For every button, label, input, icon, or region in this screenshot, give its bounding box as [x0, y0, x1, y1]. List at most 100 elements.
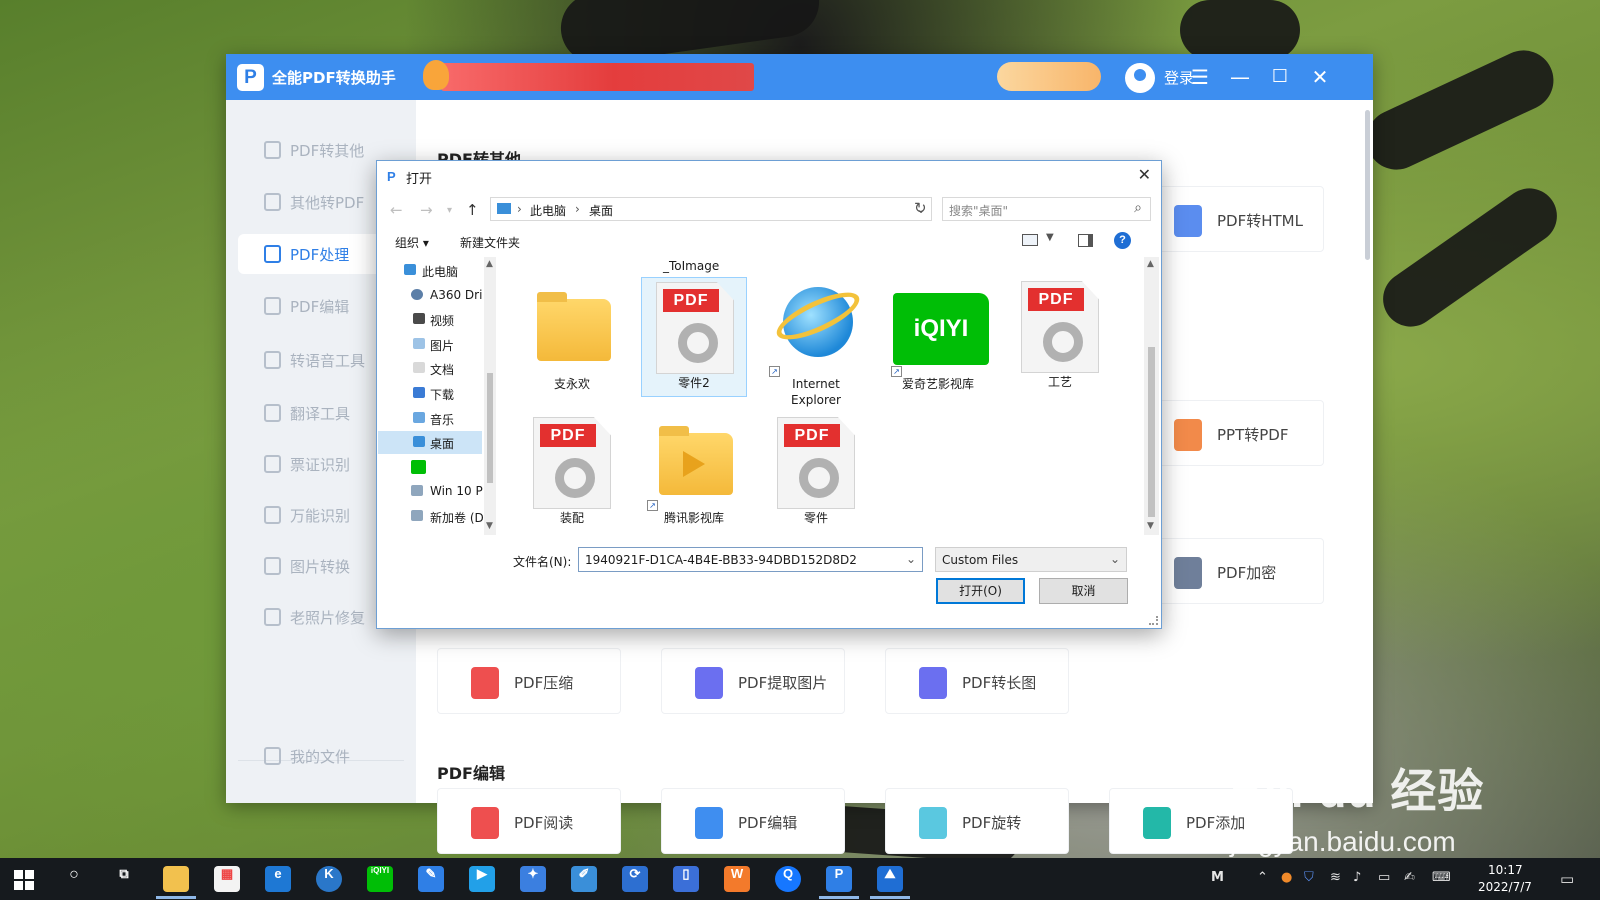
- shield-icon[interactable]: ⛉: [1304, 870, 1314, 885]
- open-button[interactable]: 打开(O): [936, 578, 1025, 604]
- minimize-icon[interactable]: —: [1225, 62, 1255, 92]
- ime-indicator[interactable]: M: [1211, 870, 1224, 885]
- scroll-up-arrow-icon[interactable]: ▲: [486, 259, 493, 269]
- tree-item-iqiyi[interactable]: [378, 456, 482, 479]
- vip-button[interactable]: [997, 62, 1101, 91]
- help-icon[interactable]: ?: [1114, 232, 1131, 249]
- card-pdf-rotate[interactable]: PDF旋转: [885, 788, 1069, 854]
- tree-item-win10-drive[interactable]: Win 10 P: [378, 480, 483, 503]
- wifi-icon[interactable]: ≋: [1330, 870, 1341, 885]
- card-pdf-to-long-image[interactable]: PDF转长图: [885, 648, 1069, 714]
- feishu-icon[interactable]: ✦: [520, 866, 546, 892]
- file-item[interactable]: 支永欢: [519, 279, 625, 399]
- kugou-icon[interactable]: K: [316, 866, 342, 892]
- iqiyi-icon[interactable]: iQIYI: [367, 866, 393, 892]
- chevron-down-icon[interactable]: ⌄: [906, 552, 916, 566]
- chevron-down-icon[interactable]: ▾: [447, 205, 452, 216]
- promo-banner[interactable]: [441, 63, 754, 91]
- card-pdf-edit[interactable]: PDF编辑: [661, 788, 845, 854]
- organize-menu[interactable]: 组织 ▾: [395, 234, 429, 251]
- forward-arrow-icon[interactable]: →: [420, 201, 433, 219]
- search-input[interactable]: 搜索"桌面" ⌕: [942, 197, 1151, 221]
- new-folder-button[interactable]: 新建文件夹: [460, 234, 520, 251]
- file-item[interactable]: PDF 工艺: [1007, 277, 1113, 397]
- sync-icon[interactable]: ⟳: [622, 866, 648, 892]
- task-view-icon[interactable]: ⧉: [111, 866, 137, 892]
- tree-item-desktop[interactable]: 桌面: [378, 431, 482, 454]
- tree-item-music[interactable]: 音乐: [378, 407, 482, 430]
- chevron-down-icon[interactable]: ▼: [1046, 232, 1054, 243]
- back-arrow-icon[interactable]: ←: [390, 201, 403, 219]
- windows-start-icon[interactable]: [14, 870, 34, 890]
- video-player-icon[interactable]: ▶: [469, 866, 495, 892]
- file-item[interactable]: PDF 零件: [763, 413, 869, 533]
- search-icon: ⌕: [1134, 200, 1142, 216]
- card-pdf-read[interactable]: PDF阅读: [437, 788, 621, 854]
- file-item[interactable]: PDF 装配: [519, 413, 625, 533]
- up-arrow-icon[interactable]: ↑: [466, 201, 479, 219]
- tablet-icon[interactable]: ▯: [673, 866, 699, 892]
- close-icon[interactable]: ✕: [1138, 165, 1151, 184]
- tree-item-videos[interactable]: 视频: [378, 308, 482, 331]
- scrollbar-thumb[interactable]: [1148, 347, 1155, 517]
- file-item[interactable]: ↗ 腾讯影视库: [641, 413, 747, 533]
- close-icon[interactable]: ✕: [1305, 62, 1335, 92]
- refresh-icon[interactable]: ↻: [914, 199, 927, 217]
- notification-icon[interactable]: ▭: [1560, 870, 1574, 888]
- card-pdf-encrypt[interactable]: PDF加密: [1140, 538, 1324, 604]
- photos-icon[interactable]: ⛰: [870, 866, 910, 899]
- breadcrumb-desktop[interactable]: 桌面: [589, 202, 613, 219]
- menu-icon[interactable]: ☰: [1185, 62, 1215, 92]
- weibo-icon[interactable]: W: [724, 866, 750, 892]
- address-bar[interactable]: › 此电脑 › 桌面 ⌄: [490, 197, 932, 221]
- volume-icon[interactable]: ♪: [1353, 870, 1361, 885]
- resize-grip[interactable]: [1149, 616, 1158, 625]
- sidebar-item-my-files[interactable]: 我的文件: [238, 736, 404, 776]
- maximize-icon[interactable]: ☐: [1265, 62, 1295, 92]
- file-item[interactable]: PDF 零件2: [641, 277, 747, 397]
- chevron-up-icon[interactable]: ⌃: [1257, 870, 1268, 885]
- card-ppt-to-pdf[interactable]: PPT转PDF: [1140, 400, 1324, 466]
- scrollbar[interactable]: [1365, 110, 1370, 260]
- pdf-editor-icon[interactable]: ✎: [418, 866, 444, 892]
- edit-doc-icon[interactable]: ✐: [571, 866, 597, 892]
- keyboard-icon[interactable]: ⌨: [1432, 870, 1451, 885]
- avatar[interactable]: [1125, 63, 1155, 93]
- scroll-up-arrow-icon[interactable]: ▲: [1147, 259, 1154, 269]
- tree-item-this-pc[interactable]: 此电脑: [378, 259, 482, 282]
- qq-browser-icon[interactable]: Q: [775, 866, 801, 892]
- card-pdf-to-html[interactable]: PDF转HTML: [1140, 186, 1324, 252]
- preview-pane-icon[interactable]: [1078, 234, 1093, 247]
- scroll-down-arrow-icon[interactable]: ▼: [486, 521, 493, 531]
- tree-item-pictures[interactable]: 图片: [378, 333, 482, 356]
- edge-icon[interactable]: e: [265, 866, 291, 892]
- view-options-icon[interactable]: [1022, 234, 1038, 246]
- scrollbar-thumb[interactable]: [487, 373, 493, 483]
- filename-input[interactable]: 1940921F-D1CA-4B4E-BB33-94DBD152D8D2 ⌄: [578, 547, 923, 572]
- card-pdf-compress[interactable]: PDF压缩: [437, 648, 621, 714]
- file-explorer-icon[interactable]: [156, 866, 196, 899]
- cancel-button[interactable]: 取消: [1039, 578, 1128, 604]
- html-file-icon: [1174, 205, 1202, 237]
- tree-item-documents[interactable]: 文档: [378, 357, 482, 380]
- tree-item-a360-drive[interactable]: A360 Dri: [378, 284, 482, 307]
- store-icon[interactable]: ▦: [214, 866, 240, 892]
- breadcrumb-this-pc[interactable]: 此电脑: [530, 202, 566, 219]
- tree-item-d-drive[interactable]: 新加卷 (D: [378, 505, 484, 528]
- tree-scrollbar[interactable]: ▲ ▼: [484, 257, 496, 535]
- tree-item-downloads[interactable]: 下载: [378, 382, 482, 405]
- pdf-assistant-icon[interactable]: P: [819, 866, 859, 899]
- tray-app-icon[interactable]: ●: [1281, 870, 1292, 885]
- search-icon[interactable]: ○: [61, 866, 87, 892]
- battery-icon[interactable]: ▭: [1378, 870, 1390, 885]
- card-pdf-extract-images[interactable]: PDF提取图片: [661, 648, 845, 714]
- file-list-scrollbar[interactable]: ▲ ▼: [1144, 257, 1159, 535]
- scroll-down-arrow-icon[interactable]: ▼: [1147, 521, 1154, 531]
- file-item[interactable]: iQIYI ↗ 爱奇艺影视库: [885, 279, 991, 399]
- watermark-url: jingyan.baidu.com: [1230, 826, 1456, 857]
- clock-time[interactable]: 10:17: [1488, 863, 1523, 877]
- pen-icon[interactable]: ✍: [1404, 870, 1415, 885]
- file-item[interactable]: ↗ Internet Explorer: [763, 279, 869, 407]
- clock-date[interactable]: 2022/7/7: [1478, 880, 1532, 894]
- file-type-select[interactable]: Custom Files ⌄: [935, 547, 1127, 572]
